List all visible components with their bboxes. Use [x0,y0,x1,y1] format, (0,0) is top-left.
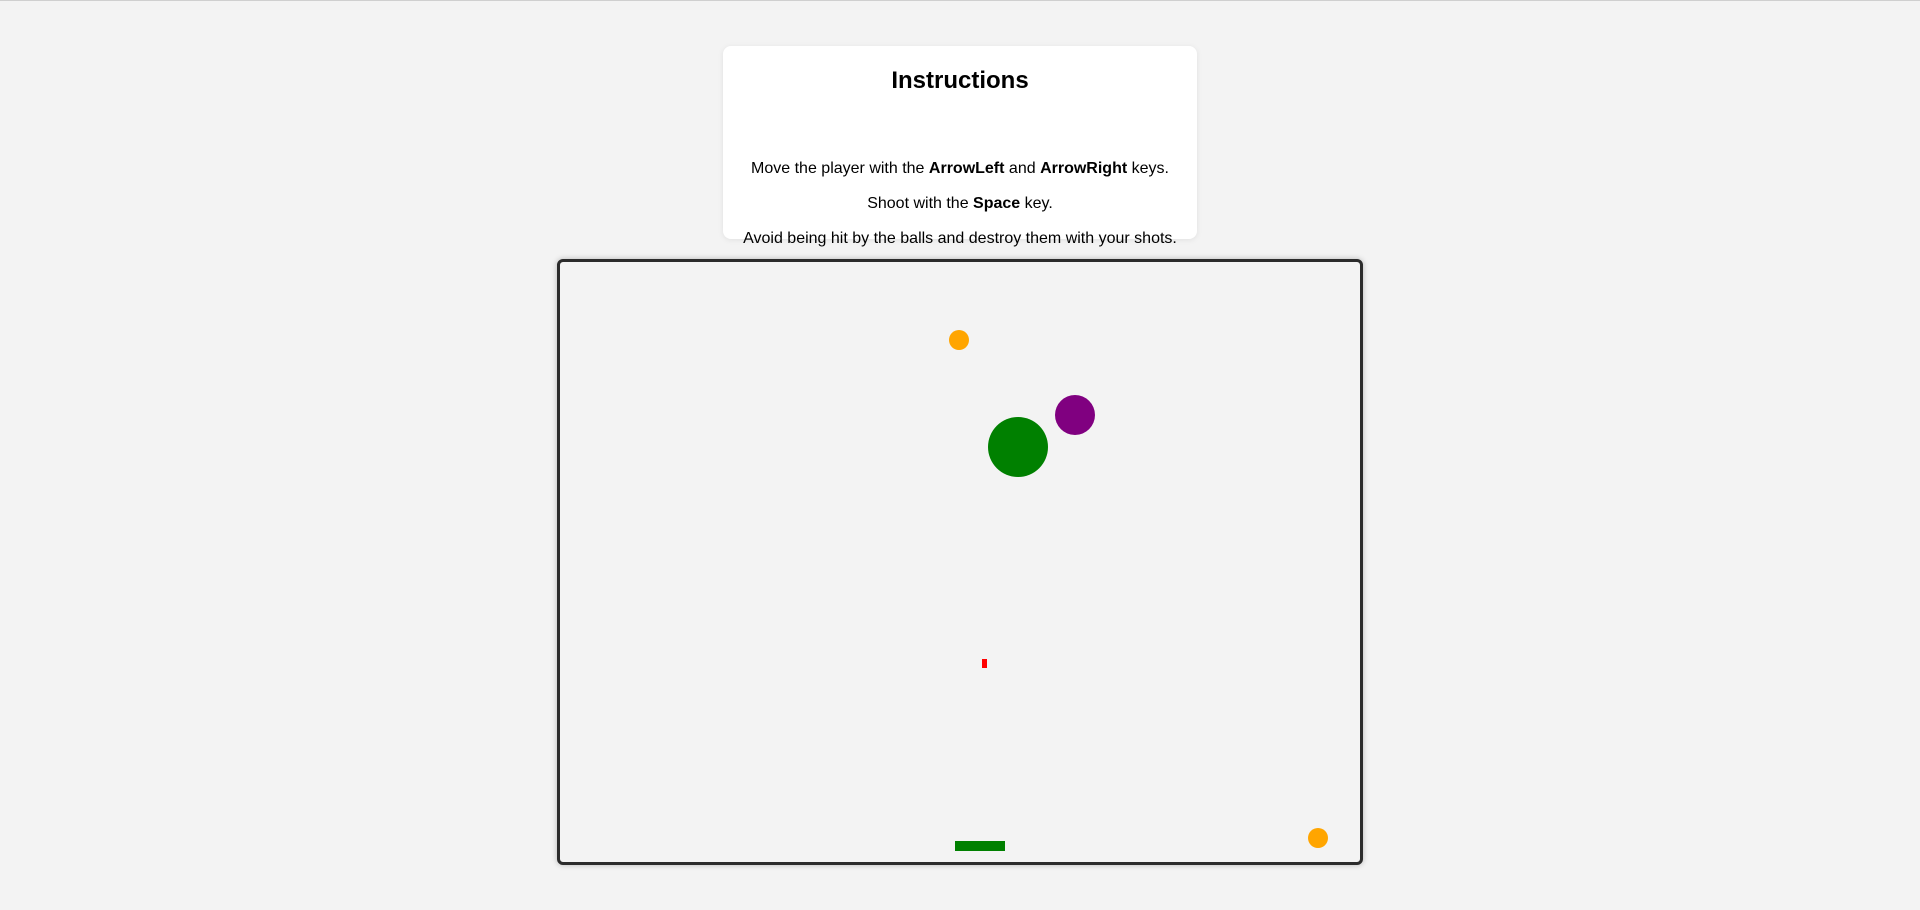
player-paddle [955,841,1005,851]
key-arrow-right: ArrowRight [1040,160,1128,177]
ball-orange-bottom [1308,828,1328,848]
top-rule [0,0,1920,1]
instructions-shoot-line: Shoot with the Space key. [723,194,1197,214]
ball-green-large [988,417,1048,477]
instructions-title: Instructions [891,67,1029,94]
move-suffix: keys. [1127,160,1169,177]
instructions-move-line: Move the player with the ArrowLeft and A… [723,159,1197,179]
shoot-prefix: Shoot with the [867,195,974,212]
game-canvas[interactable] [557,259,1363,865]
move-prefix: Move the player with the [751,160,929,177]
instructions-avoid-line: Avoid being hit by the balls and destroy… [743,230,1177,247]
ball-orange-top [949,330,969,350]
ball-purple [1055,395,1095,435]
bullet [982,659,987,668]
key-space: Space [973,195,1021,212]
key-arrow-left: ArrowLeft [928,160,1005,177]
shoot-suffix: key. [1020,195,1053,212]
move-middle: and [1004,160,1041,177]
instructions-panel: Instructions Move the player with the Ar… [723,46,1197,247]
